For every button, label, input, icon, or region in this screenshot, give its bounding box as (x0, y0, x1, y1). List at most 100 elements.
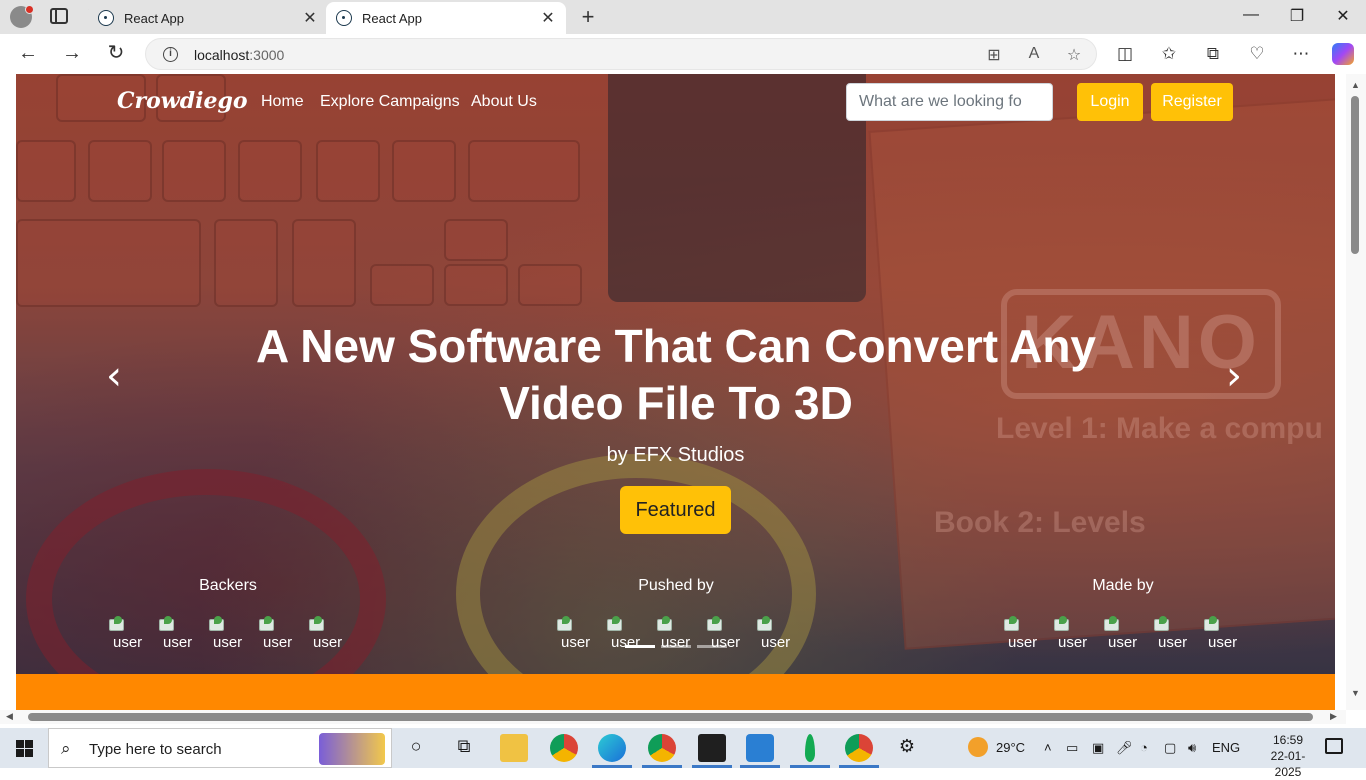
user-avatar[interactable]: user (1053, 614, 1103, 654)
taskbar-search-box[interactable]: ⌕ Type here to search (48, 728, 392, 768)
carousel-indicator[interactable] (624, 645, 655, 648)
carousel-indicator[interactable] (696, 645, 727, 648)
browser-tab-2[interactable]: React App ✕ (326, 2, 566, 34)
split-screen-icon[interactable]: ◫ (1114, 44, 1136, 64)
weather-icon[interactable] (968, 737, 988, 757)
favorites-icon[interactable]: ✩ (1158, 44, 1180, 64)
volume-icon[interactable]: 🔊︎ (1188, 740, 1196, 756)
avatar-alt-text: user (1108, 634, 1138, 651)
nav-link-home[interactable]: Home (261, 93, 304, 111)
page-viewport: KANO Level 1: Make a compu Book 2: Level… (0, 74, 1366, 710)
vertical-scrollbar[interactable]: ▲ ▼ (1346, 74, 1366, 710)
language-indicator[interactable]: ENG (1212, 740, 1240, 755)
task-view-icon[interactable]: ⧉ (450, 736, 478, 757)
broken-image-icon (607, 616, 622, 631)
horizontal-scrollbar[interactable]: ◀ ▶ (0, 710, 1346, 724)
carousel-next-icon[interactable]: › (1226, 356, 1242, 396)
user-avatar[interactable]: user (158, 614, 208, 654)
hero-headline: A New Software That Can Convert Any Vide… (186, 318, 1166, 432)
user-avatar[interactable]: user (756, 614, 806, 654)
power-icon[interactable]: ▢ (1164, 740, 1176, 756)
address-bar[interactable]: i localhost:3000 ⊞ A ☆ (145, 38, 1097, 70)
scroll-right-icon[interactable]: ▶ (1330, 711, 1337, 722)
edge-icon[interactable] (598, 734, 626, 762)
broken-image-icon (1004, 616, 1019, 631)
user-avatar[interactable]: user (258, 614, 308, 654)
collections-icon[interactable]: ⧉ (1202, 44, 1224, 64)
user-avatar[interactable]: user (706, 614, 756, 654)
nav-link-explore-campaigns[interactable]: Explore Campaigns (320, 93, 460, 111)
user-avatar[interactable]: user (1103, 614, 1153, 654)
orange-section-band (16, 674, 1335, 710)
close-tab-icon[interactable]: ✕ (302, 8, 318, 28)
scroll-down-icon[interactable]: ▼ (1351, 688, 1360, 698)
avatar-alt-text: user (1158, 634, 1188, 651)
nav-link-about-us[interactable]: About Us (471, 93, 537, 111)
terminal-icon[interactable] (698, 734, 726, 762)
search-input[interactable] (846, 83, 1053, 121)
notifications-icon[interactable] (1325, 738, 1343, 754)
user-avatar[interactable]: user (308, 614, 358, 654)
brand-logo[interactable]: Crowdiego (117, 88, 248, 114)
pushed-by-avatars: user user user user user (556, 614, 806, 654)
clock-date: 22-01-2025 (1270, 749, 1306, 779)
site-info-icon[interactable]: i (163, 47, 178, 62)
close-window-button[interactable]: ✕ (1328, 6, 1358, 26)
show-hidden-icons-icon[interactable]: ˄ (1044, 740, 1052, 755)
user-avatar[interactable]: user (1003, 614, 1053, 654)
user-avatar[interactable]: user (556, 614, 606, 654)
file-explorer-icon[interactable] (500, 734, 528, 762)
chrome-icon[interactable] (550, 734, 578, 762)
cortana-icon[interactable]: ○ (402, 736, 430, 757)
apps-icon[interactable]: ⊞ (984, 45, 1004, 65)
user-avatar[interactable]: user (1153, 614, 1203, 654)
copilot-icon[interactable] (1332, 43, 1354, 65)
browser-tab-1[interactable]: React App ✕ (88, 2, 328, 34)
user-avatar[interactable]: user (108, 614, 158, 654)
more-icon[interactable]: ⋯ (1290, 44, 1312, 64)
search-highlight-icon[interactable] (319, 733, 385, 765)
forward-button[interactable]: → (60, 42, 84, 64)
meet-now-icon[interactable]: ▣ (1092, 740, 1104, 756)
profile-avatar-icon[interactable] (10, 5, 34, 28)
favorite-star-icon[interactable]: ☆ (1064, 45, 1084, 65)
system-clock[interactable]: 16:59 22-01-2025 (1258, 732, 1318, 780)
broken-image-icon (1204, 616, 1219, 631)
temperature[interactable]: 29°C (996, 740, 1025, 755)
read-aloud-icon[interactable]: A (1024, 45, 1044, 63)
carousel-indicator[interactable] (660, 645, 691, 648)
network-icon[interactable]: ◔ (1140, 740, 1148, 755)
settings-icon[interactable]: ⚙ (893, 736, 921, 757)
scroll-thumb[interactable] (28, 713, 1313, 721)
site-navbar: Crowdiego Home Explore Campaigns About U… (16, 74, 1335, 130)
scroll-left-icon[interactable]: ◀ (6, 711, 13, 722)
login-button[interactable]: Login (1077, 83, 1143, 121)
back-button[interactable]: ← (16, 42, 40, 64)
carousel-prev-icon[interactable]: ‹ (106, 356, 122, 396)
featured-badge[interactable]: Featured (620, 486, 731, 534)
user-avatar[interactable]: user (208, 614, 258, 654)
tab-actions-icon[interactable] (50, 8, 68, 24)
url-text[interactable]: localhost:3000 (194, 47, 284, 63)
chrome-profile-a-icon[interactable] (648, 734, 676, 762)
scroll-up-icon[interactable]: ▲ (1351, 80, 1360, 90)
windows-start-icon[interactable] (16, 740, 33, 757)
chrome-profile-d-icon[interactable] (845, 734, 873, 762)
battery-icon[interactable]: ▭ (1066, 740, 1078, 756)
register-button[interactable]: Register (1151, 83, 1233, 121)
microphone-icon[interactable]: 🎤︎ (1116, 740, 1133, 756)
vscode-icon[interactable] (746, 734, 774, 762)
mongodb-icon[interactable] (805, 734, 815, 762)
avatar-alt-text: user (661, 634, 691, 651)
close-tab-icon[interactable]: ✕ (540, 8, 556, 28)
performance-icon[interactable]: ♡ (1246, 44, 1268, 64)
new-tab-button[interactable]: + (577, 4, 599, 30)
maximize-button[interactable]: ❐ (1282, 6, 1312, 26)
user-avatar[interactable]: user (1203, 614, 1253, 654)
user-avatar[interactable]: user (606, 614, 656, 654)
minimize-button[interactable]: — (1236, 6, 1266, 24)
user-avatar[interactable]: user (656, 614, 706, 654)
scroll-thumb[interactable] (1351, 96, 1359, 254)
windows-taskbar: ⌕ Type here to search ○ ⧉ ⚙ 29°C ˄ ▭ ▣ 🎤… (0, 728, 1366, 779)
reload-button[interactable]: ↻ (104, 42, 128, 64)
